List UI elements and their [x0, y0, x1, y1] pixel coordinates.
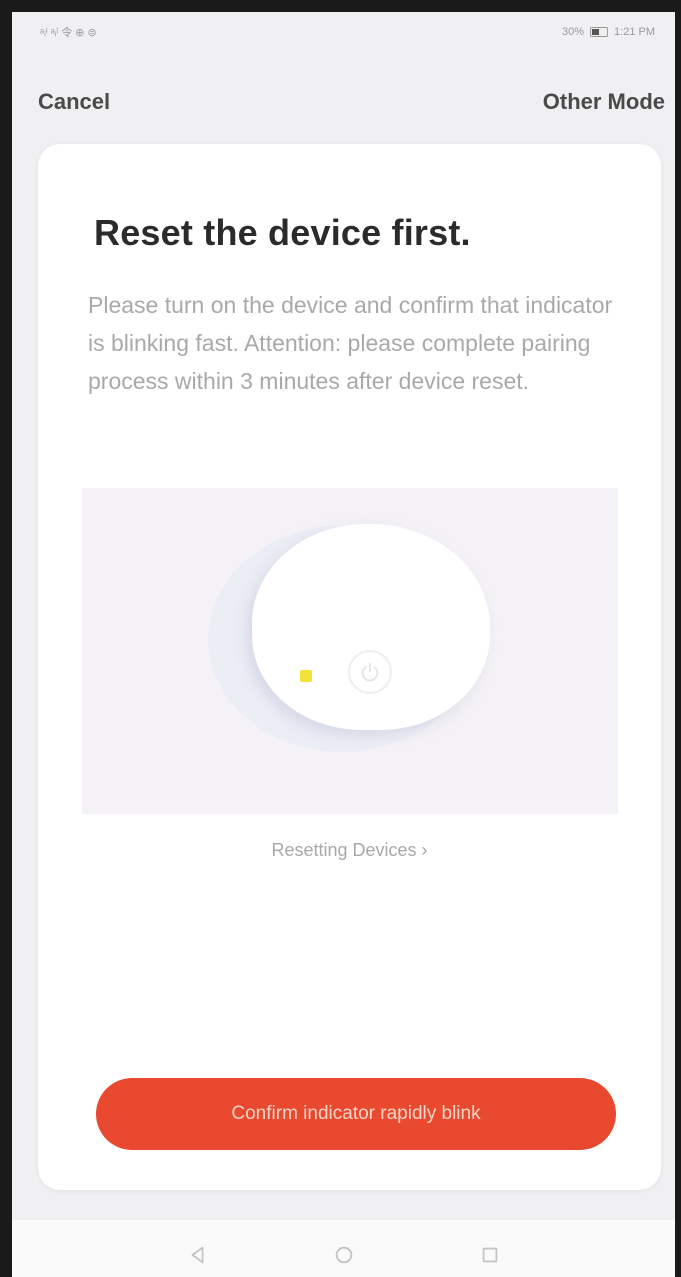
back-triangle-icon[interactable]	[180, 1237, 216, 1273]
recents-square-icon[interactable]	[472, 1237, 508, 1273]
page-title: Reset the device first.	[94, 212, 471, 253]
home-circle-icon[interactable]	[326, 1237, 362, 1273]
nav-bar: Cancel Other Mode	[12, 82, 675, 122]
signal-wifi-indicators: ᵃᵢˡ ᵃᵢˡ 令 ⊕ ⊜	[40, 27, 97, 39]
status-bar-left: ᵃᵢˡ ᵃᵢˡ 令 ⊕ ⊜	[40, 24, 97, 40]
other-mode-button[interactable]: Other Mode	[543, 89, 665, 115]
power-icon	[348, 650, 392, 694]
instruction-text: Please turn on the device and confirm th…	[88, 292, 613, 394]
app-screen: ᵃᵢˡ ᵃᵢˡ 令 ⊕ ⊜ 30% 1:21 PM Cancel Other M…	[0, 0, 681, 1277]
cancel-button[interactable]: Cancel	[38, 89, 110, 115]
status-bar: ᵃᵢˡ ᵃᵢˡ 令 ⊕ ⊜ 30% 1:21 PM	[12, 12, 675, 52]
status-time: 1:21 PM	[614, 26, 655, 38]
system-nav-bar	[12, 1220, 675, 1277]
resetting-devices-link[interactable]: Resetting Devices ›	[38, 840, 661, 861]
reset-card: Reset the device first. Please turn on t…	[38, 144, 661, 1190]
device-illustration	[82, 488, 618, 814]
battery-icon	[590, 27, 609, 37]
device-body	[252, 524, 490, 730]
status-bar-right: 30% 1:21 PM	[562, 26, 655, 38]
confirm-indicator-button[interactable]: Confirm indicator rapidly blink	[96, 1078, 616, 1150]
indicator-light-icon	[300, 670, 312, 682]
battery-percent: 30%	[562, 26, 585, 38]
